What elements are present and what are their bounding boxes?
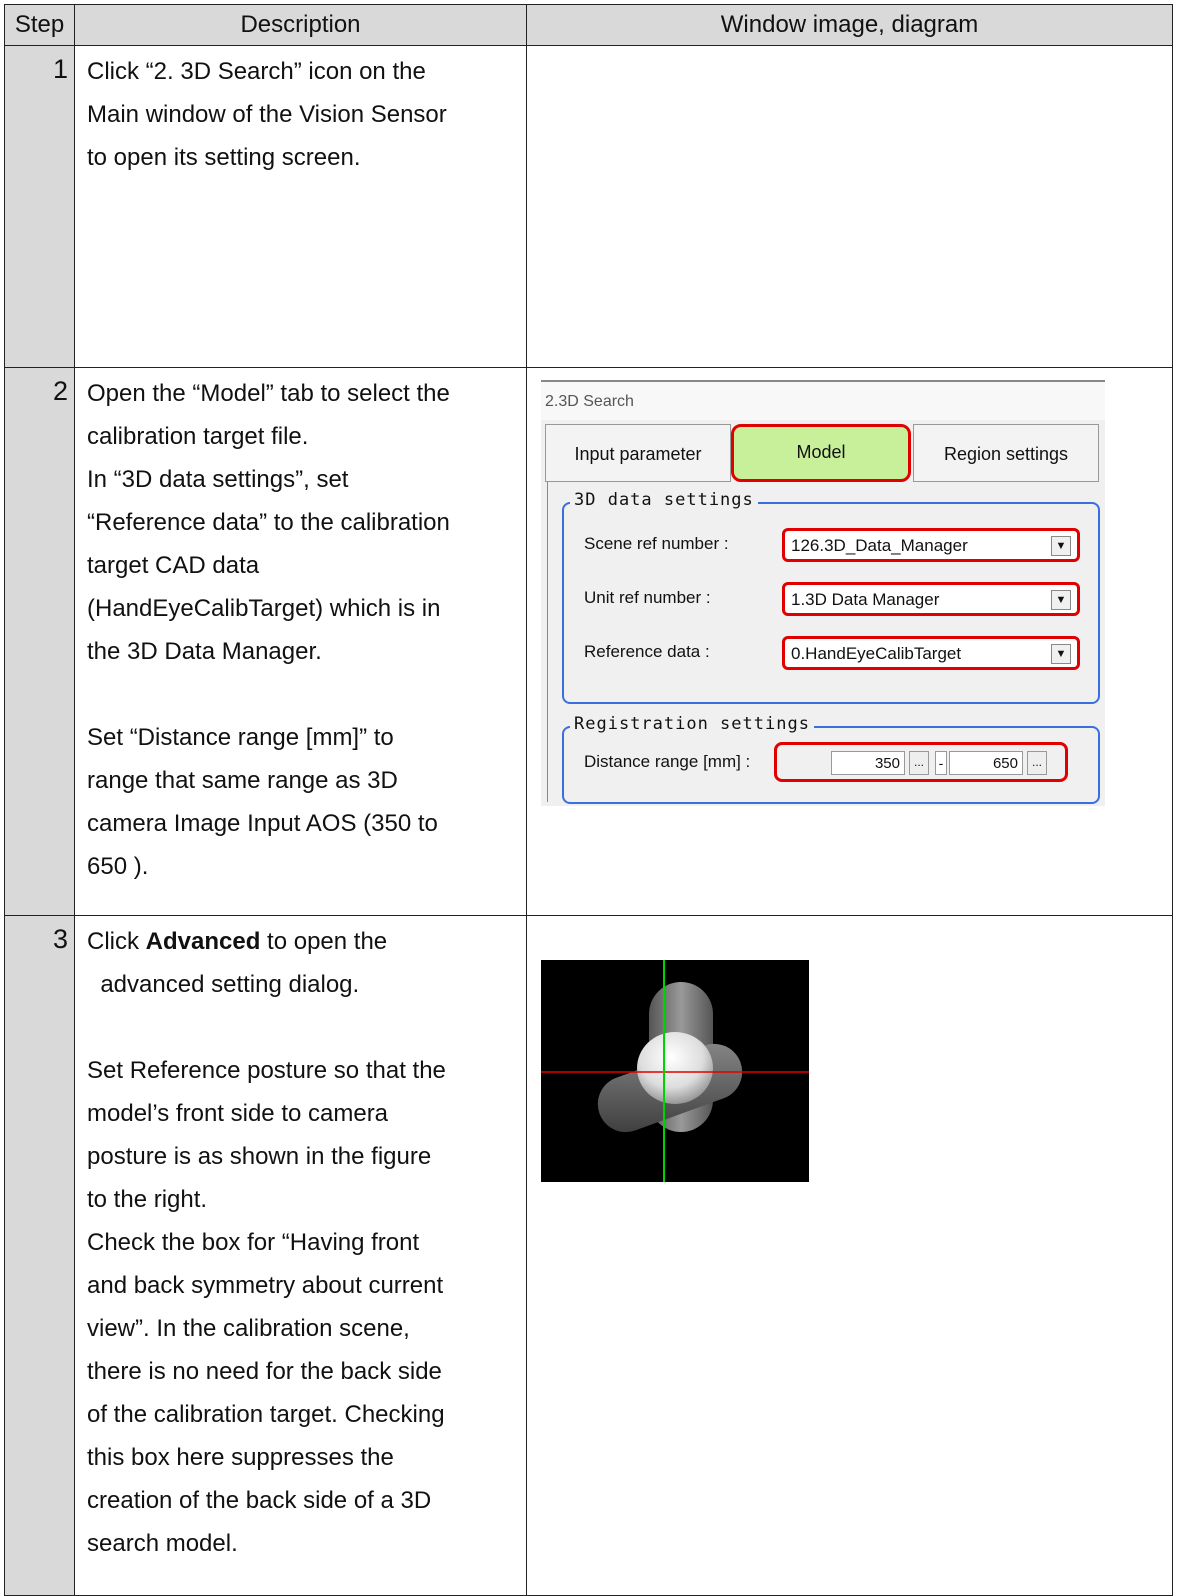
scene-ref-label: Scene ref number :: [584, 534, 729, 553]
desc-line: of the calibration target. Checking: [87, 1401, 445, 1428]
desc-line: “Reference data” to the calibration: [87, 509, 450, 536]
range-max-dots-button[interactable]: ...: [1027, 751, 1047, 775]
step-number: 3: [4, 915, 75, 1596]
desc-text: Click: [87, 928, 146, 955]
desc-line: the 3D Data Manager.: [87, 638, 322, 665]
desc-text: to open the: [260, 928, 388, 955]
desc-line: to the right.: [87, 1186, 208, 1213]
desc-line: (HandEyeCalibTarget) which is in: [87, 595, 441, 622]
step-number: 2: [4, 367, 75, 916]
desc-line: there is no need for the back side: [87, 1358, 442, 1385]
desc-line: target CAD data: [87, 552, 260, 579]
scene-ref-value: 126.3D_Data_Manager: [791, 536, 968, 555]
desc-line: and back symmetry about current: [87, 1272, 444, 1299]
desc-line: advanced setting dialog.: [87, 971, 360, 998]
scene-ref-select[interactable]: 126.3D_Data_Manager ▼: [782, 528, 1080, 562]
table-row: 1 Click “2. 3D Search” icon on the Main …: [4, 45, 1173, 368]
desc-line: range that same range as 3D: [87, 767, 398, 794]
calibration-target-model-image: [541, 960, 809, 1182]
desc-line: Open the “Model” tab to select the: [87, 380, 450, 407]
desc-line: this box here suppresses the: [87, 1444, 394, 1471]
window-title: 2.3D Search: [541, 380, 1105, 420]
desc-line: posture is as shown in the figure: [87, 1143, 432, 1170]
desc-line: In “3D data settings”, set: [87, 466, 349, 493]
reference-data-select[interactable]: 0.HandEyeCalibTarget ▼: [782, 636, 1080, 670]
desc-line: Set Reference posture so that the: [87, 1057, 446, 1084]
group-title: 3D data settings: [570, 490, 758, 510]
unit-ref-select[interactable]: 1.3D Data Manager ▼: [782, 582, 1080, 616]
advanced-label: Advanced: [145, 928, 261, 955]
group-title: Registration settings: [570, 714, 814, 734]
distance-range-label: Distance range [mm] :: [584, 752, 751, 771]
search-settings-window: 2.3D Search Input parameter Model Region…: [541, 380, 1105, 806]
data-settings-group: 3D data settings Scene ref number : 126.…: [562, 490, 1100, 704]
tab-region-settings[interactable]: Region settings: [913, 424, 1099, 482]
header-step: Step: [4, 4, 75, 46]
range-dash: -: [935, 751, 947, 775]
distance-range-control: 350 ... - 650 ...: [774, 742, 1068, 782]
table-header-row: Step Description Window image, diagram: [4, 4, 1173, 46]
table-row: 2 Open the “Model” tab to select the cal…: [4, 367, 1173, 916]
range-min-input[interactable]: 350: [831, 751, 905, 775]
desc-line: view”. In the calibration scene,: [87, 1315, 410, 1342]
desc-line: model’s front side to camera: [87, 1100, 389, 1127]
table-row: 3 Click Advanced to open the advanced se…: [4, 915, 1173, 1596]
desc-line: creation of the back side of a 3D: [87, 1487, 432, 1514]
step-image-cell: [526, 915, 1173, 1596]
reference-data-label: Reference data :: [584, 642, 710, 661]
desc-line: Click “2. 3D Search” icon on the: [87, 58, 426, 85]
step-description: Open the “Model” tab to select the calib…: [74, 367, 527, 916]
range-max-input[interactable]: 650: [949, 751, 1023, 775]
tab-input-parameter[interactable]: Input parameter: [545, 424, 731, 482]
step-description: Click “2. 3D Search” icon on the Main wi…: [74, 45, 527, 368]
model-panel: 3D data settings Scene ref number : 126.…: [547, 482, 1100, 804]
desc-line: calibration target file.: [87, 423, 309, 450]
step-image-cell: 2.3D Search Input parameter Model Region…: [526, 367, 1173, 916]
chevron-down-icon[interactable]: ▼: [1051, 644, 1071, 664]
unit-ref-value: 1.3D Data Manager: [791, 590, 940, 609]
unit-ref-label: Unit ref number :: [584, 588, 711, 607]
step-image-cell: [526, 45, 1173, 368]
chevron-down-icon[interactable]: ▼: [1051, 590, 1071, 610]
tab-model[interactable]: Model: [731, 424, 911, 482]
desc-line: to open its setting screen.: [87, 144, 361, 171]
desc-line: camera Image Input AOS (350 to: [87, 810, 438, 837]
desc-line: Check the box for “Having front: [87, 1229, 420, 1256]
header-image: Window image, diagram: [526, 4, 1173, 46]
model-posture-view: [541, 960, 809, 1182]
desc-line: 650 ).: [87, 853, 149, 880]
desc-line: Main window of the Vision Sensor: [87, 101, 447, 128]
step-number: 1: [4, 45, 75, 368]
desc-line: Set “Distance range [mm]” to: [87, 724, 394, 751]
range-min-dots-button[interactable]: ...: [909, 751, 929, 775]
desc-line: Click Advanced to open the: [87, 920, 516, 963]
chevron-down-icon[interactable]: ▼: [1051, 536, 1071, 556]
procedure-table: Step Description Window image, diagram 1…: [4, 4, 1173, 1596]
reference-data-value: 0.HandEyeCalibTarget: [791, 644, 962, 663]
header-description: Description: [74, 4, 527, 46]
desc-line: search model.: [87, 1530, 238, 1557]
step-description: Click Advanced to open the advanced sett…: [74, 915, 527, 1596]
